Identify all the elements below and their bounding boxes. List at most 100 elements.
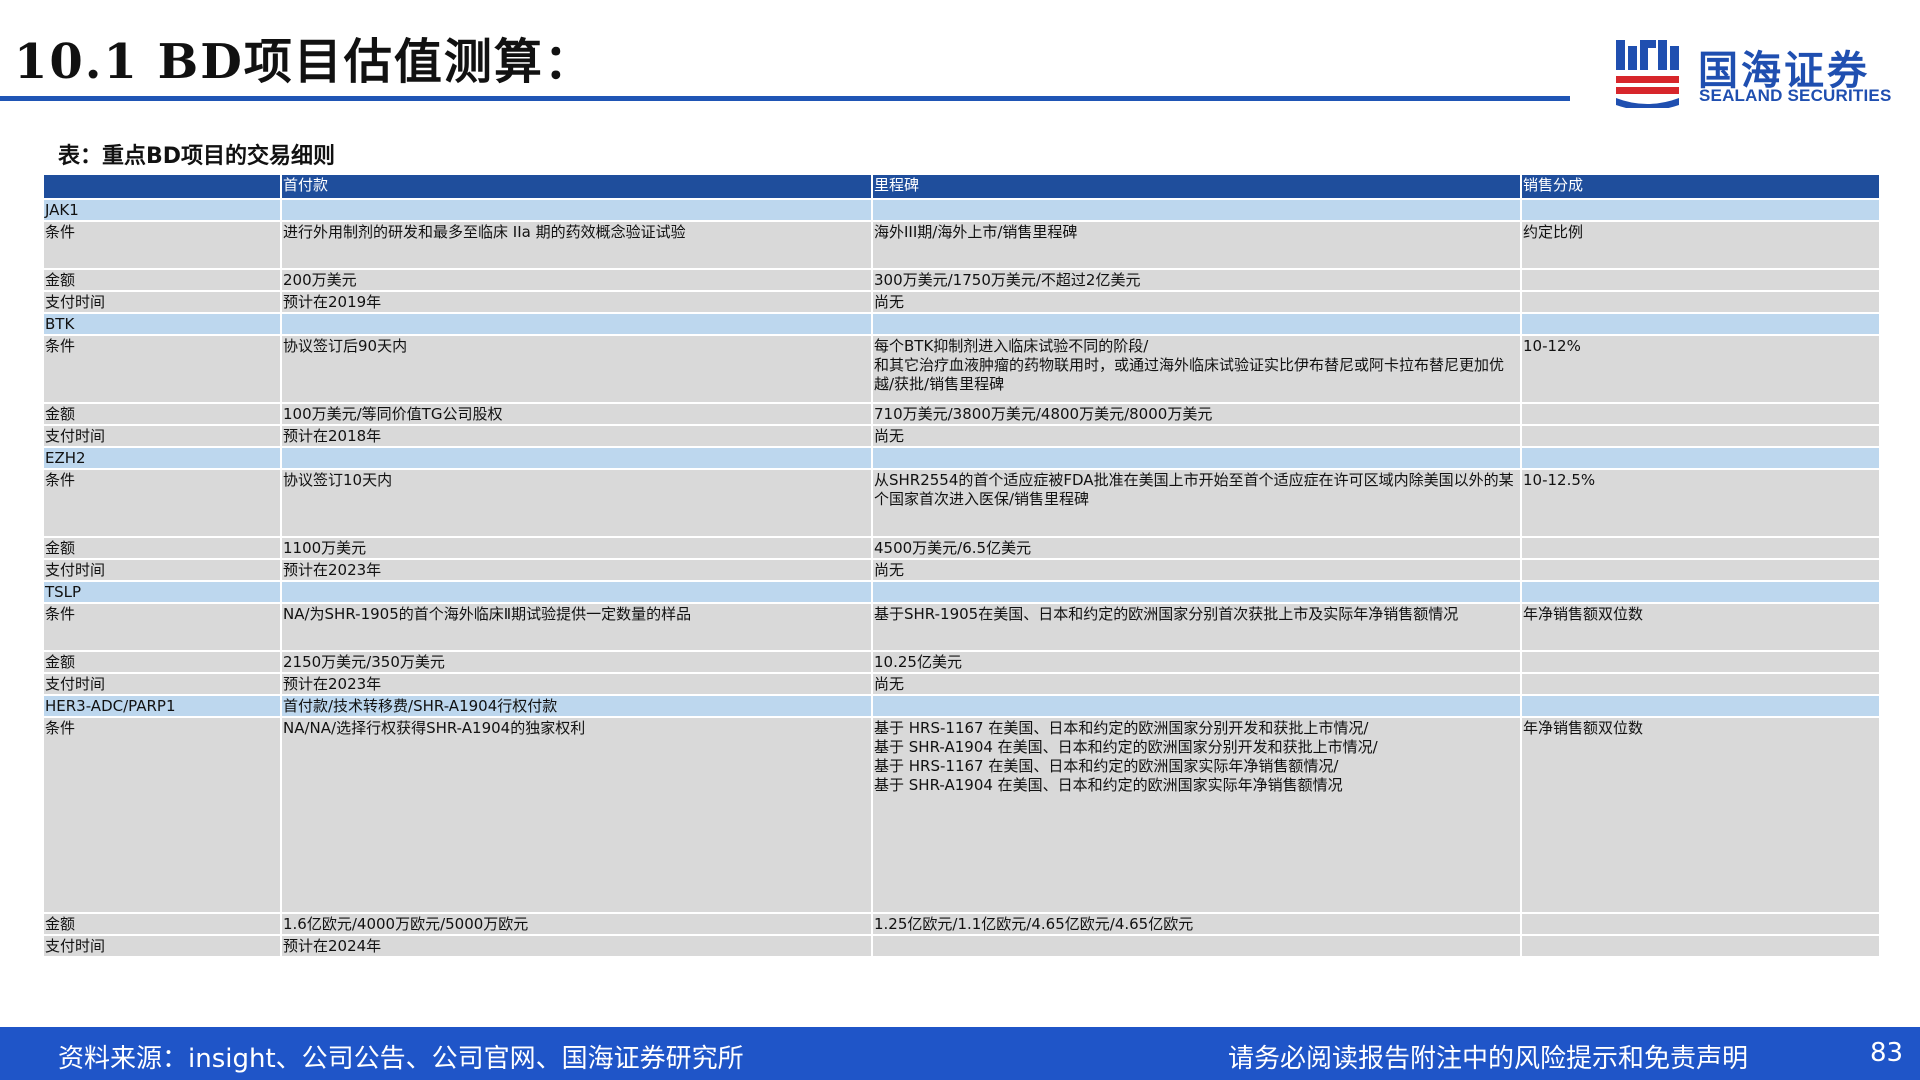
table-cell — [1521, 935, 1881, 958]
table-cell: 预计在2023年 — [281, 559, 873, 582]
detail-row: 金额 1100万美元 4500万美元/6.5亿美元 — [44, 537, 1881, 560]
table-cell: BTK — [44, 313, 282, 336]
logo-english-name: SEALAND SECURITIES — [1699, 86, 1892, 105]
target-row: JAK1 — [44, 199, 1881, 222]
table-cell: JAK1 — [44, 199, 282, 222]
table-cell: 金额 — [44, 537, 282, 560]
table-cell: 协议签订10天内 — [281, 469, 873, 538]
table-cell: 支付时间 — [44, 673, 282, 696]
table-cell — [1521, 425, 1881, 448]
table-cell: NA/NA/选择行权获得SHR-A1904的独家权利 — [281, 717, 873, 914]
detail-row: 条件 NA/NA/选择行权获得SHR-A1904的独家权利 基于 HRS-1167 … — [44, 717, 1881, 914]
detail-row: 支付时间 预计在2023年 尚无 — [44, 559, 1881, 582]
detail-row: 金额 200万美元 300万美元/1750万美元/不超过2亿美元 — [44, 269, 1881, 292]
table-cell — [1521, 313, 1881, 336]
page-title: 10.1 BD项目估值测算： — [14, 34, 594, 90]
detail-row: 金额 1.6亿欧元/4000万欧元/5000万欧元 1.25亿欧元/1.1亿欧元/4… — [44, 913, 1881, 936]
detail-row: 条件 NA/为SHR-1905的首个海外临床Ⅱ期试验提供一定数量的样品 基于SHR-… — [44, 603, 1881, 652]
detail-row: 支付时间 预计在2023年 尚无 — [44, 673, 1881, 696]
table-cell: 年净销售额双位数 — [1521, 603, 1881, 652]
table-cell: 支付时间 — [44, 559, 282, 582]
table-cell: 2150万美元/350万美元 — [281, 651, 873, 674]
table-cell — [872, 935, 1522, 958]
table-cell: 200万美元 — [281, 269, 873, 292]
table-cell: HER3-ADC/PARP1 — [44, 695, 282, 718]
header-cell-upfront: 首付款 — [281, 175, 873, 200]
table-cell: 进行外用制剂的研发和最多至临床 IIa 期的药效概念验证试验 — [281, 221, 873, 270]
table-cell — [281, 199, 873, 222]
header-cell-milestone: 里程碑 — [872, 175, 1522, 200]
table-cell: 预计在2018年 — [281, 425, 873, 448]
target-row: BTK — [44, 313, 1881, 336]
table-cell: 预计在2024年 — [281, 935, 873, 958]
table-cell — [1521, 269, 1881, 292]
table-cell: 710万美元/3800万美元/4800万美元/8000万美元 — [872, 403, 1522, 426]
page-number: 83 — [1870, 1038, 1904, 1068]
table-cell: 10.25亿美元 — [872, 651, 1522, 674]
table-cell — [281, 581, 873, 604]
table-cell — [1521, 403, 1881, 426]
table-cell: 金额 — [44, 269, 282, 292]
table-cell: 支付时间 — [44, 935, 282, 958]
table-cell — [872, 581, 1522, 604]
table-caption: 表：重点BD项目的交易细则 — [58, 144, 336, 169]
target-row: HER3-ADC/PARP1 首付款/技术转移费/SHR-A1904行权付款 — [44, 695, 1881, 718]
table-cell: 条件 — [44, 717, 282, 914]
table-cell: 预计在2023年 — [281, 673, 873, 696]
table-cell: 海外III期/海外上市/销售里程碑 — [872, 221, 1522, 270]
table-cell: 条件 — [44, 469, 282, 538]
table-cell: 约定比例 — [1521, 221, 1881, 270]
table-cell — [281, 313, 873, 336]
table-cell: 首付款/技术转移费/SHR-A1904行权付款 — [281, 695, 873, 718]
table-cell: 基于 HRS-1167 在美国、日本和约定的欧洲国家分别开发和获批上市情况/基于… — [872, 717, 1522, 914]
table-cell — [1521, 559, 1881, 582]
table-cell: 预计在2019年 — [281, 291, 873, 314]
table-cell — [1521, 447, 1881, 470]
detail-row: 条件 协议签订10天内 从SHR2554的首个适应症被FDA批准在美国上市开始至首个… — [44, 469, 1881, 538]
table-cell — [1521, 199, 1881, 222]
table-cell — [1521, 651, 1881, 674]
table-cell: 1.25亿欧元/1.1亿欧元/4.65亿欧元/4.65亿欧元 — [872, 913, 1522, 936]
detail-row: 金额 2150万美元/350万美元 10.25亿美元 — [44, 651, 1881, 674]
table-cell: EZH2 — [44, 447, 282, 470]
table-cell — [1521, 581, 1881, 604]
table-cell: 协议签订后90天内 — [281, 335, 873, 404]
table-cell — [872, 313, 1522, 336]
table-cell: NA/为SHR-1905的首个海外临床Ⅱ期试验提供一定数量的样品 — [281, 603, 873, 652]
table-cell: 尚无 — [872, 559, 1522, 582]
table-cell: 10-12% — [1521, 335, 1881, 404]
table-cell: 10-12.5% — [1521, 469, 1881, 538]
title-rule — [0, 96, 1570, 101]
table-cell — [1521, 695, 1881, 718]
footer-disclaimer: 请务必阅读报告附注中的风险提示和免责声明 — [1228, 1044, 1749, 1074]
table-cell — [872, 447, 1522, 470]
table-cell: TSLP — [44, 581, 282, 604]
table-cell — [1521, 673, 1881, 696]
sealand-logo: 国海证券 SEALAND SECURITIES — [1614, 36, 1904, 108]
detail-row: 支付时间 预计在2019年 尚无 — [44, 291, 1881, 314]
table-cell: 支付时间 — [44, 291, 282, 314]
table-cell: 尚无 — [872, 425, 1522, 448]
table-cell — [872, 695, 1522, 718]
table-cell — [281, 447, 873, 470]
detail-row: 支付时间 预计在2024年 — [44, 935, 1881, 958]
table-cell: 100万美元/等同价值TG公司股权 — [281, 403, 873, 426]
table-cell — [1521, 537, 1881, 560]
table-cell: 尚无 — [872, 291, 1522, 314]
table-header-row: 首付款 里程碑 销售分成 — [44, 175, 1881, 200]
table-cell: 年净销售额双位数 — [1521, 717, 1881, 914]
footer-source: 资料来源：insight、公司公告、公司官网、国海证券研究所 — [58, 1044, 744, 1074]
header-cell-royalty: 销售分成 — [1521, 175, 1881, 200]
table-cell: 从SHR2554的首个适应症被FDA批准在美国上市开始至首个适应症在许可区域内除… — [872, 469, 1522, 538]
detail-row: 支付时间 预计在2018年 尚无 — [44, 425, 1881, 448]
table-cell — [1521, 291, 1881, 314]
table-cell: 金额 — [44, 913, 282, 936]
target-row: EZH2 — [44, 447, 1881, 470]
table-cell — [1521, 913, 1881, 936]
detail-row: 金额 100万美元/等同价值TG公司股权 710万美元/3800万美元/4800万美… — [44, 403, 1881, 426]
detail-row: 条件 进行外用制剂的研发和最多至临床 IIa 期的药效概念验证试验 海外III期/海… — [44, 221, 1881, 270]
detail-row: 条件 协议签订后90天内 每个BTK抑制剂进入临床试验不同的阶段/和其它治疗血液肿瘤… — [44, 335, 1881, 404]
sealand-logo-icon — [1616, 40, 1679, 108]
table-cell: 1100万美元 — [281, 537, 873, 560]
table-cell: 条件 — [44, 335, 282, 404]
